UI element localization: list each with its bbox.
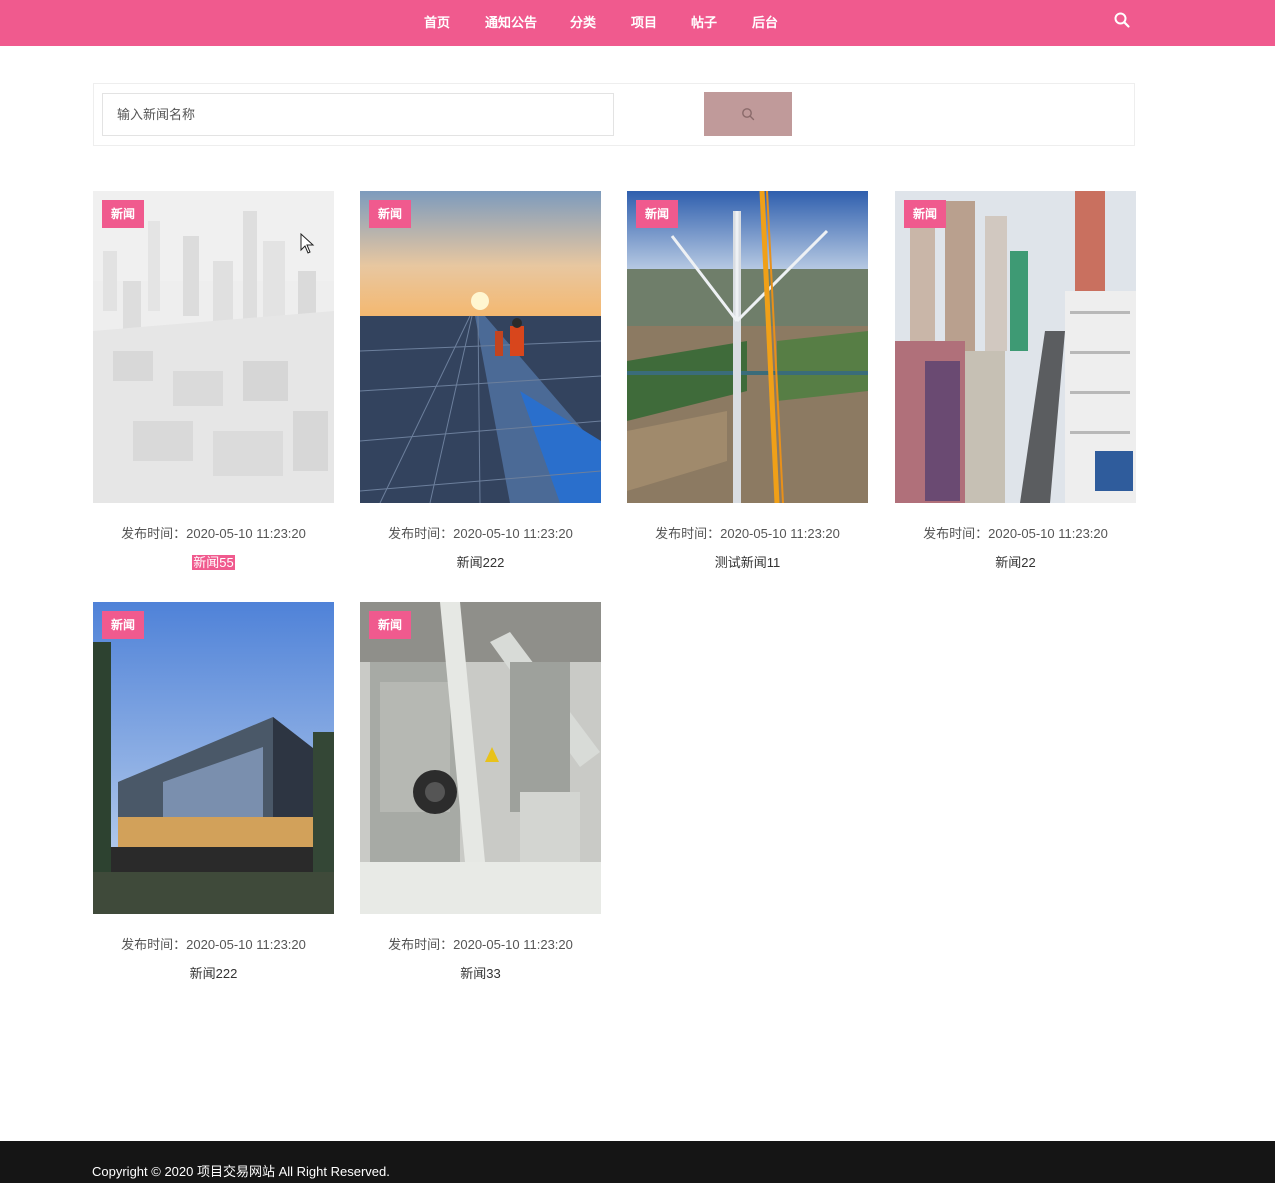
news-title[interactable]: 新闻55	[93, 552, 334, 571]
news-card[interactable]: 新闻 发布时间：2020-05-10 11:23:20 测试新闻11	[627, 191, 868, 571]
news-image-factory-machinery[interactable]: 新闻	[360, 602, 601, 914]
news-badge: 新闻	[102, 611, 144, 639]
news-search-button[interactable]	[704, 92, 792, 136]
publish-time: 发布时间：2020-05-10 11:23:20	[388, 937, 573, 952]
news-title[interactable]: 测试新闻11	[627, 552, 868, 571]
publish-time: 发布时间：2020-05-10 11:23:20	[121, 526, 306, 541]
news-card[interactable]: 新闻 发布时间：2020-05-10 11:23:20 新闻33	[360, 602, 601, 982]
news-card[interactable]: 新闻 发布时间：2020-05-10 11:23:20 新闻22	[895, 191, 1136, 571]
nav-item-projects[interactable]: 项目	[631, 12, 657, 31]
news-search-input[interactable]	[102, 93, 614, 136]
news-badge: 新闻	[636, 200, 678, 228]
top-navbar: 首页 通知公告 分类 项目 帖子 后台	[0, 0, 1275, 46]
news-title[interactable]: 新闻22	[895, 552, 1136, 571]
news-badge: 新闻	[904, 200, 946, 228]
news-image-modern-building[interactable]: 新闻	[93, 602, 334, 914]
news-card[interactable]: 新闻 发布时间：2020-05-10 11:23:20 新闻55	[93, 191, 334, 571]
main-nav: 首页 通知公告 分类 项目 帖子 后台	[0, 0, 1275, 46]
news-image-city-street[interactable]: 新闻	[895, 191, 1136, 503]
news-search-panel	[93, 83, 1135, 146]
publish-time: 发布时间：2020-05-10 11:23:20	[121, 937, 306, 952]
news-image-city-skyline[interactable]: 新闻	[93, 191, 334, 503]
publish-time: 发布时间：2020-05-10 11:23:20	[923, 526, 1108, 541]
nav-item-admin[interactable]: 后台	[752, 12, 778, 31]
nav-item-notices[interactable]: 通知公告	[485, 12, 537, 31]
nav-item-home[interactable]: 首页	[424, 12, 450, 31]
news-card[interactable]: 新闻 发布时间：2020-05-10 11:23:20 新闻222	[360, 191, 601, 571]
news-card[interactable]: 新闻 发布时间：2020-05-10 11:23:20 新闻222	[93, 602, 334, 982]
news-image-solar-panels[interactable]: 新闻	[360, 191, 601, 503]
news-title[interactable]: 新闻33	[360, 963, 601, 982]
news-image-wind-turbine[interactable]: 新闻	[627, 191, 868, 503]
footer: Copyright © 2020 项目交易网站 All Right Reserv…	[0, 1141, 1275, 1183]
news-badge: 新闻	[102, 200, 144, 228]
nav-item-categories[interactable]: 分类	[570, 12, 596, 31]
copyright-text: Copyright © 2020 项目交易网站 All Right Reserv…	[92, 1164, 390, 1179]
mouse-cursor-icon	[300, 233, 315, 254]
publish-time: 发布时间：2020-05-10 11:23:20	[388, 526, 573, 541]
publish-time: 发布时间：2020-05-10 11:23:20	[655, 526, 840, 541]
news-title[interactable]: 新闻222	[360, 552, 601, 571]
news-title[interactable]: 新闻222	[93, 963, 334, 982]
search-icon	[742, 108, 755, 121]
search-icon[interactable]	[1113, 11, 1131, 29]
news-badge: 新闻	[369, 200, 411, 228]
nav-item-posts[interactable]: 帖子	[691, 12, 717, 31]
news-badge: 新闻	[369, 611, 411, 639]
